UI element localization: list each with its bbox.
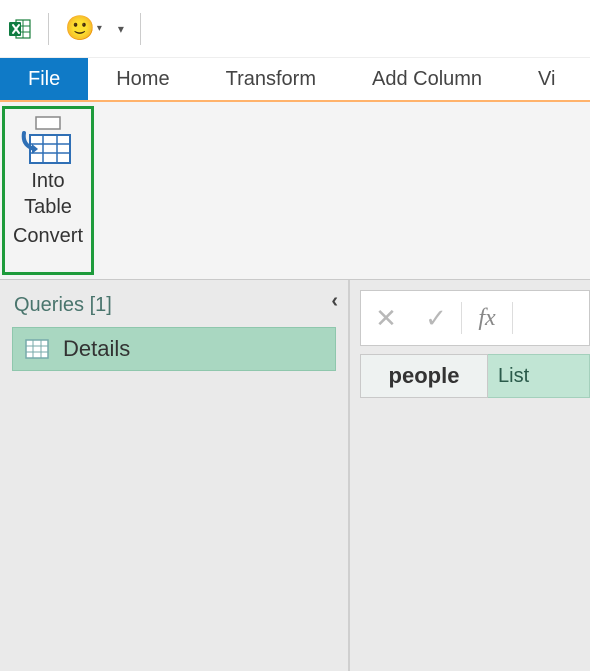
into-table-button[interactable]: Into Table [9,113,87,219]
record-field-name: people [360,354,488,398]
check-icon: ✓ [425,303,447,334]
separator [48,13,49,45]
ribbon-body: Into Table Convert [0,102,590,280]
queries-pane: ‹ Queries [1] Details [0,280,348,671]
formula-cancel-button[interactable]: ✕ [361,291,411,345]
tab-transform[interactable]: Transform [198,58,344,100]
ribbon-tabs: File Home Transform Add Column Vi [0,58,590,102]
record-row: people List [360,354,590,398]
excel-icon [8,17,32,41]
query-item-label: Details [63,336,130,362]
formula-fx-button[interactable]: fx [462,291,512,345]
customize-qat-button[interactable]: ▾ [118,22,124,36]
formula-confirm-button[interactable]: ✓ [411,291,461,345]
ribbon-group-title: Convert [13,225,83,248]
formula-bar: ✕ ✓ fx [360,290,590,346]
table-icon [25,339,49,359]
fx-icon: fx [478,305,495,332]
into-table-label-1: Into [31,169,64,193]
separator [512,302,513,334]
close-icon: ✕ [375,303,397,334]
chevron-left-icon: ‹ [331,290,338,312]
record-field-value[interactable]: List [488,354,590,398]
queries-title: Queries [1] [14,294,112,317]
emoji-button[interactable]: 🙂 ▾ [65,17,102,41]
chevron-down-icon: ▾ [97,23,102,34]
tab-home[interactable]: Home [88,58,197,100]
into-table-label-2: Table [24,195,72,219]
customize-icon: ▾ [118,22,124,36]
collapse-queries-button[interactable]: ‹ [331,290,338,313]
query-item-details[interactable]: Details [12,327,336,371]
tab-add-column[interactable]: Add Column [344,58,510,100]
smiley-icon: 🙂 [65,17,95,41]
workspace: ‹ Queries [1] Details ✕ [0,280,590,671]
queries-header: Queries [1] [0,288,348,323]
into-table-icon [20,115,76,167]
quick-access-toolbar: 🙂 ▾ ▾ [0,0,590,58]
separator [140,13,141,45]
data-pane: ✕ ✓ fx people List [350,280,590,671]
tab-view[interactable]: Vi [510,58,583,100]
ribbon-group-convert: Into Table Convert [2,106,94,275]
tab-file[interactable]: File [0,58,88,100]
